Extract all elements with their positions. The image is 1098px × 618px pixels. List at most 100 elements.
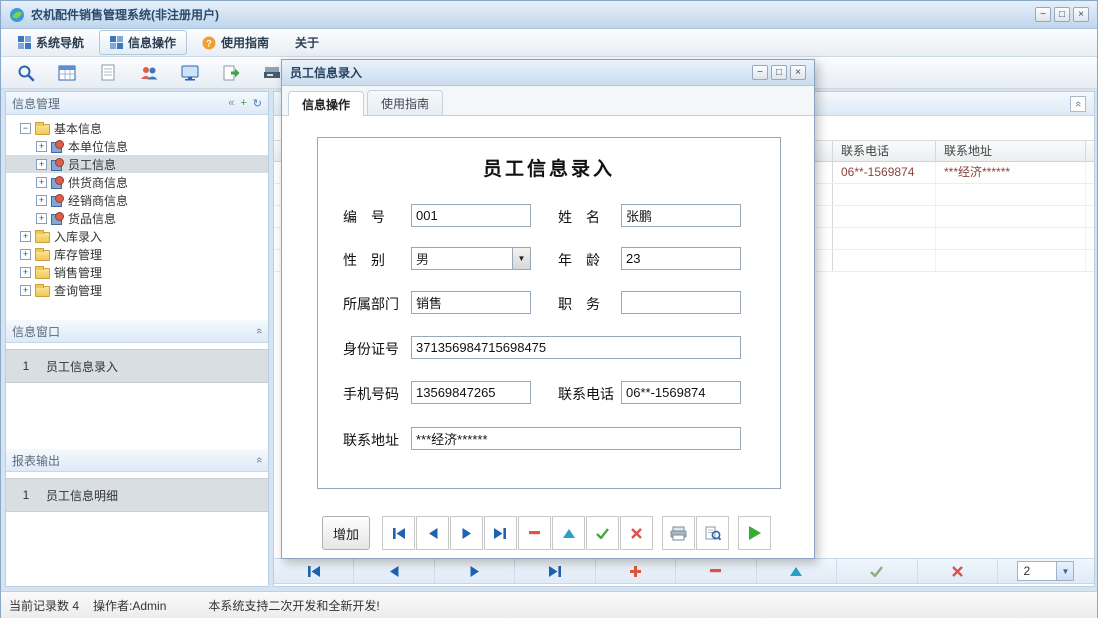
tree-node-query-mgmt[interactable]: + 查询管理 xyxy=(6,281,268,299)
dialog-body: 员工信息录入 编 号 姓 名 性 别 男 ▼ 年 龄 xyxy=(282,116,814,559)
menu-usage-guide[interactable]: ? 使用指南 xyxy=(191,30,280,55)
pager-post-button[interactable] xyxy=(837,559,917,583)
toolbar-export-button[interactable] xyxy=(218,61,244,85)
tree-node-employee-info[interactable]: + 员工信息 xyxy=(6,155,268,173)
prev-page-icon xyxy=(389,566,399,577)
panel-info-window: 信息窗口 « 1 员工信息录入 xyxy=(6,320,268,449)
tree-node-dealer-info[interactable]: + 经销商信息 xyxy=(6,191,268,209)
tree-node-inbound-entry[interactable]: + 入库录入 xyxy=(6,227,268,245)
status-message: 本系统支持二次开发和全新开发! xyxy=(208,597,379,614)
next-record-button[interactable] xyxy=(450,516,483,550)
prev-record-button[interactable] xyxy=(416,516,449,550)
print-preview-button[interactable] xyxy=(696,516,729,550)
triangle-up-icon xyxy=(563,529,575,538)
tab-usage-guide[interactable]: 使用指南 xyxy=(367,90,443,115)
expand-node-icon[interactable]: + xyxy=(36,177,47,188)
pager-next-button[interactable] xyxy=(435,559,515,583)
maximize-button[interactable]: □ xyxy=(1054,7,1070,22)
toolbar-document-button[interactable] xyxy=(95,61,121,85)
delete-record-button[interactable] xyxy=(518,516,551,550)
dialog-toolbar: 增加 xyxy=(322,514,772,552)
pager-insert-button[interactable] xyxy=(596,559,676,583)
save-record-button[interactable] xyxy=(586,516,619,550)
collapse-main-panel-button[interactable]: « xyxy=(1070,96,1086,112)
edit-record-button[interactable] xyxy=(552,516,585,550)
expand-node-icon[interactable]: + xyxy=(36,141,47,152)
panel-header[interactable]: 信息管理 « + ↻ xyxy=(6,92,268,115)
dialog-close-button[interactable]: × xyxy=(790,65,806,80)
pager-first-button[interactable] xyxy=(274,559,354,583)
collapse-panel-icon[interactable]: « xyxy=(253,328,265,334)
position-input[interactable] xyxy=(621,291,741,314)
tree-node-basic-info[interactable]: − 基本信息 xyxy=(6,119,268,137)
menu-about[interactable]: 关于 xyxy=(284,30,330,55)
add-button[interactable]: 增加 xyxy=(322,516,370,550)
name-input[interactable] xyxy=(621,204,741,227)
close-button[interactable]: × xyxy=(1073,7,1089,22)
pager-last-button[interactable] xyxy=(515,559,595,583)
phone-input[interactable] xyxy=(621,381,741,404)
menu-label: 系统导航 xyxy=(36,34,84,51)
column-header-address[interactable]: 联系地址 xyxy=(936,141,1086,162)
tree-node-inventory-mgmt[interactable]: + 库存管理 xyxy=(6,245,268,263)
toolbar-table-button[interactable] xyxy=(54,61,80,85)
dialog-minimize-button[interactable]: − xyxy=(752,65,768,80)
search-icon xyxy=(17,64,35,82)
collapse-node-icon[interactable]: − xyxy=(20,123,31,134)
pager-delete-button[interactable] xyxy=(676,559,756,583)
panel-refresh-icon[interactable]: ↻ xyxy=(253,97,262,110)
expand-node-icon[interactable]: + xyxy=(20,267,31,278)
help-icon: ? xyxy=(202,36,216,50)
code-input[interactable] xyxy=(411,204,531,227)
sidebar: 信息管理 « + ↻ − 基本信息 + 本单位信息 xyxy=(5,91,269,587)
info-item-icon xyxy=(51,140,64,152)
column-header-phone[interactable]: 联系电话 xyxy=(832,141,936,162)
collapse-panel-icon[interactable]: « xyxy=(253,457,265,463)
toolbar-monitor-button[interactable] xyxy=(177,61,203,85)
toolbar-users-button[interactable] xyxy=(136,61,162,85)
tab-info-operations[interactable]: 信息操作 xyxy=(288,91,364,116)
expand-node-icon[interactable]: + xyxy=(36,213,47,224)
gender-select[interactable]: 男 ▼ xyxy=(411,247,531,270)
list-item-employee-entry[interactable]: 1 员工信息录入 xyxy=(6,349,268,383)
cancel-record-button[interactable] xyxy=(620,516,653,550)
toolbar-search-button[interactable] xyxy=(13,61,39,85)
dialog-titlebar[interactable]: 员工信息录入 − □ × xyxy=(282,60,814,86)
address-input[interactable] xyxy=(411,427,741,450)
first-record-button[interactable] xyxy=(382,516,415,550)
tree-node-supplier-info[interactable]: + 供货商信息 xyxy=(6,173,268,191)
panel-collapse-icon[interactable]: « xyxy=(228,97,234,109)
id-number-input[interactable] xyxy=(411,336,741,359)
tree-node-unit-info[interactable]: + 本单位信息 xyxy=(6,137,268,155)
expand-node-icon[interactable]: + xyxy=(36,195,47,206)
panel-header[interactable]: 报表输出 « xyxy=(6,449,268,472)
record-count-text: 当前记录数 4 xyxy=(9,597,79,614)
expand-node-icon[interactable]: + xyxy=(20,249,31,260)
chevron-up-icon: « xyxy=(1072,101,1084,107)
expand-node-icon[interactable]: + xyxy=(36,159,47,170)
age-input[interactable] xyxy=(621,247,741,270)
page-size-select[interactable]: 2 ▼ xyxy=(1017,561,1074,581)
panel-add-icon[interactable]: + xyxy=(240,97,246,109)
pager-edit-button[interactable] xyxy=(757,559,837,583)
print-button[interactable] xyxy=(662,516,695,550)
tree-node-sales-mgmt[interactable]: + 销售管理 xyxy=(6,263,268,281)
last-record-button[interactable] xyxy=(484,516,517,550)
chevron-down-icon[interactable]: ▼ xyxy=(512,248,530,269)
panel-header[interactable]: 信息窗口 « xyxy=(6,320,268,343)
run-button[interactable] xyxy=(738,516,771,550)
expand-node-icon[interactable]: + xyxy=(20,231,31,242)
pager-cancel-button[interactable] xyxy=(918,559,998,583)
tree-node-goods-info[interactable]: + 货品信息 xyxy=(6,209,268,227)
chevron-down-icon[interactable]: ▼ xyxy=(1056,562,1073,580)
tree-node-label: 基本信息 xyxy=(54,120,102,137)
expand-node-icon[interactable]: + xyxy=(20,285,31,296)
menu-system-navigation[interactable]: 系统导航 xyxy=(7,30,95,55)
mobile-input[interactable] xyxy=(411,381,531,404)
minimize-button[interactable]: − xyxy=(1035,7,1051,22)
menu-info-operations[interactable]: 信息操作 xyxy=(99,30,187,55)
dialog-maximize-button[interactable]: □ xyxy=(771,65,787,80)
pager-prev-button[interactable] xyxy=(354,559,434,583)
department-input[interactable] xyxy=(411,291,531,314)
list-item-employee-detail[interactable]: 1 员工信息明细 xyxy=(6,478,268,512)
